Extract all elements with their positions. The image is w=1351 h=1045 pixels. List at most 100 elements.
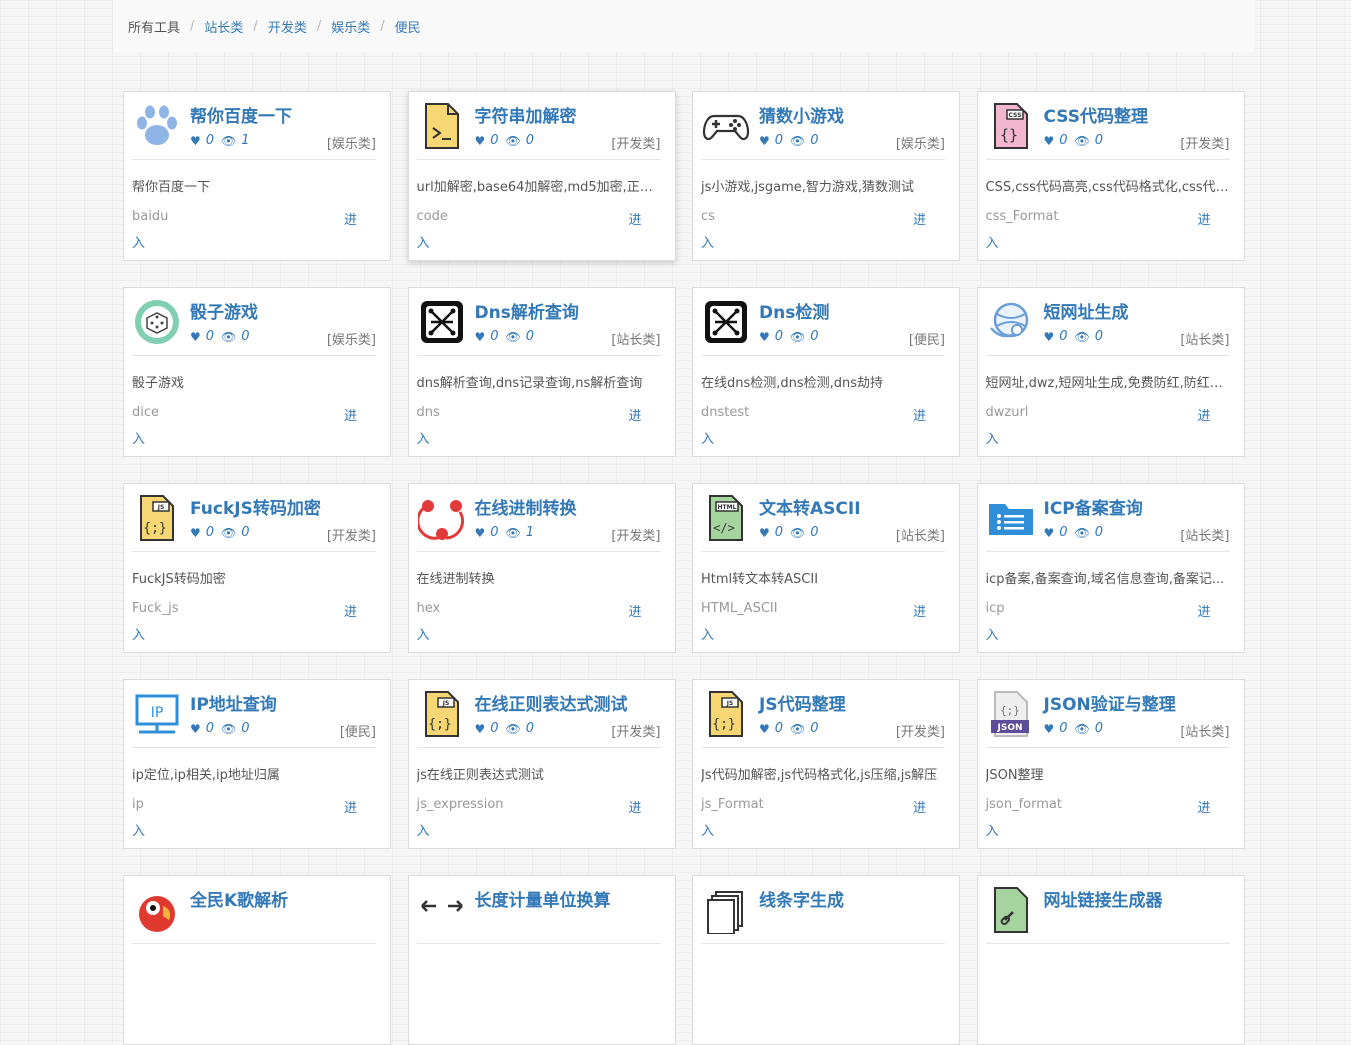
- tool-description: JSON整理: [985, 768, 1044, 783]
- tool-card[interactable]: IP IP地址查询 ♥ 0 👁 0 [便民] ip定位,ip相关,ip地址归属 ip 进入: [123, 679, 391, 849]
- tool-title[interactable]: JSON验证与整理: [1044, 690, 1176, 715]
- enter-link-text-2: 入: [416, 824, 430, 839]
- divider: [985, 159, 1230, 160]
- svg-text:JS: JS: [441, 700, 449, 707]
- like-count: 0: [205, 133, 215, 148]
- tool-title[interactable]: JS代码整理: [759, 690, 846, 715]
- tool-card[interactable]: HTML </> 文本转ASCII ♥ 0 👁 0 [站长类] Html转文本转ASCII HTM…: [692, 483, 960, 653]
- heart-icon: ♥: [190, 525, 201, 540]
- view-count: 0: [241, 721, 250, 736]
- tool-card[interactable]: ICP备案查询 ♥ 0 👁 0 [站长类] icp备案,备案查询,域名信息查询,备案记...…: [976, 483, 1245, 653]
- tool-title[interactable]: 猜数小游戏: [759, 102, 844, 127]
- svg-text:JSON: JSON: [996, 723, 1022, 733]
- divider: [701, 551, 945, 552]
- tool-title[interactable]: FuckJS转码加密: [190, 494, 321, 519]
- like-count: 0: [490, 721, 499, 736]
- breadcrumb-webmaster[interactable]: 站长类: [204, 17, 243, 36]
- network-icon: [418, 298, 466, 346]
- tool-card[interactable]: 帮你百度一下 ♥ 0 👁 1 [娱乐类] 帮你百度一下 baidu 进入: [123, 91, 391, 261]
- tool-title[interactable]: 骰子游戏: [190, 298, 258, 323]
- eye-icon: 👁: [1074, 721, 1090, 736]
- enter-link-text-1: 进: [343, 801, 357, 816]
- tool-title[interactable]: 网址链接生成器: [1044, 886, 1163, 911]
- tool-slug: json_format: [985, 797, 1062, 812]
- tool-card[interactable]: 线条字生成: [692, 875, 960, 1045]
- tool-card[interactable]: 短网址生成 ♥ 0 👁 0 [站长类] 短网址,dwz,短网址生成,免费防红,防红接... d…: [976, 287, 1245, 457]
- tool-card[interactable]: 骰子游戏 ♥ 0 👁 0 [娱乐类] 骰子游戏 dice 进入: [123, 287, 391, 457]
- category-label: [站长类]: [1180, 725, 1230, 740]
- eye-icon: 👁: [221, 525, 237, 540]
- tool-card[interactable]: 长度计量单位换算: [407, 875, 676, 1045]
- enter-link-text-2: 入: [701, 236, 715, 251]
- parrot-icon: [133, 886, 181, 934]
- svg-text:JS: JS: [726, 700, 734, 707]
- breadcrumb-separator: /: [380, 18, 385, 34]
- tool-card[interactable]: Dns解析查询 ♥ 0 👁 0 [站长类] dns解析查询,dns记录查询,ns解析查询 dn…: [407, 287, 676, 457]
- breadcrumb-all-tools[interactable]: 所有工具: [128, 17, 180, 36]
- svg-text:{;}: {;}: [428, 717, 451, 732]
- breadcrumb-development[interactable]: 开发类: [268, 17, 307, 36]
- tool-title[interactable]: 全民K歌解析: [190, 886, 288, 911]
- breadcrumb-entertainment[interactable]: 娱乐类: [331, 17, 370, 36]
- tool-title[interactable]: 文本转ASCII: [759, 494, 861, 519]
- tool-card[interactable]: JS {;} 在线正则表达式测试 ♥ 0 👁 0 [开发类] js在线正则表达式测试 js_exp…: [407, 679, 676, 849]
- enter-link-text-1: 进: [1197, 605, 1211, 620]
- breadcrumb-convenience[interactable]: 便民: [395, 17, 421, 36]
- view-count: 0: [241, 525, 250, 540]
- tool-title[interactable]: 在线正则表达式测试: [475, 690, 628, 715]
- tool-title[interactable]: 在线进制转换: [475, 494, 577, 519]
- tool-stats: ♥ 0 👁 0: [190, 329, 257, 344]
- heart-icon: ♥: [190, 721, 201, 736]
- folder-list-icon: [987, 494, 1035, 542]
- tool-card[interactable]: 在线进制转换 ♥ 0 👁 1 [开发类] 在线进制转换 hex 进入: [407, 483, 676, 653]
- tool-card[interactable]: {;} JSON JSON验证与整理 ♥ 0 👁 0 [站长类] JSON整理 json_form…: [976, 679, 1245, 849]
- tool-slug: js_expression: [416, 797, 504, 812]
- enter-link-text-1: 进: [912, 605, 926, 620]
- category-label: [开发类]: [611, 137, 661, 152]
- enter-link-text-1: 进: [343, 605, 357, 620]
- tool-title[interactable]: ICP备案查询: [1044, 494, 1143, 519]
- like-count: 0: [774, 133, 784, 148]
- tool-title[interactable]: CSS代码整理: [1044, 102, 1149, 127]
- tool-title[interactable]: 长度计量单位换算: [475, 886, 611, 911]
- tool-card[interactable]: Dns检测 ♥ 0 👁 0 [便民] 在线dns检测,dns检测,dns劫持 dnstest 进…: [692, 287, 960, 457]
- tool-stats: ♥ 0 👁 0: [1044, 525, 1111, 540]
- tool-title[interactable]: 帮你百度一下: [190, 102, 292, 127]
- share-circle-icon: [417, 494, 466, 542]
- like-count: 0: [1059, 525, 1068, 540]
- tool-card[interactable]: 网址链接生成器: [976, 875, 1245, 1045]
- view-count: 0: [810, 525, 819, 540]
- tool-card[interactable]: CSS {} CSS代码整理 ♥ 0 👁 0 [开发类] CSS,css代码高亮,css代码格式…: [976, 91, 1245, 261]
- heart-icon: ♥: [1043, 329, 1055, 344]
- divider: [132, 551, 376, 552]
- breadcrumb-separator: /: [190, 18, 195, 34]
- tool-title[interactable]: 线条字生成: [759, 886, 844, 911]
- tool-title[interactable]: Dns检测: [759, 298, 829, 323]
- link-file-icon: [987, 886, 1035, 934]
- tool-card[interactable]: JS {;} JS代码整理 ♥ 0 👁 0 [开发类] Js代码加解密,js代码格式化,js压缩…: [692, 679, 960, 849]
- tool-title[interactable]: 短网址生成: [1044, 298, 1129, 323]
- tool-card[interactable]: JS {;} FuckJS转码加密 ♥ 0 👁 0 [开发类] FuckJS转码加密 Fuck_j…: [123, 483, 391, 653]
- enter-link-text-2: 入: [132, 236, 146, 251]
- tool-stats: ♥ 0 👁 0: [190, 525, 257, 540]
- tool-title[interactable]: Dns解析查询: [475, 298, 579, 323]
- arrows-icon: [418, 886, 466, 934]
- enter-link-text-2: 入: [132, 824, 146, 839]
- tool-title[interactable]: IP地址查询: [190, 690, 277, 715]
- like-count: 0: [205, 525, 215, 540]
- tool-description: 在线进制转换: [416, 572, 495, 587]
- view-count: 1: [525, 525, 535, 540]
- tool-card[interactable]: 全民K歌解析: [123, 875, 391, 1045]
- category-label: [开发类]: [895, 725, 945, 740]
- tool-description: 骰子游戏: [132, 376, 185, 391]
- tool-slug: hex: [416, 601, 441, 616]
- view-count: 0: [525, 329, 535, 344]
- tool-title[interactable]: 字符串加解密: [475, 102, 577, 127]
- tool-card[interactable]: 字符串加解密 ♥ 0 👁 0 [开发类] url加解密,base64加解密,md5加密,正则…: [407, 91, 676, 261]
- js-file-icon: JS {;}: [418, 690, 466, 738]
- tool-description: icp备案,备案查询,域名信息查询,备案记...: [985, 572, 1225, 587]
- tool-card[interactable]: 猜数小游戏 ♥ 0 👁 0 [娱乐类] js小游戏,jsgame,智力游戏,猜数测试 cs 进入: [692, 91, 960, 261]
- eye-icon: 👁: [790, 721, 806, 736]
- enter-link-text-1: 进: [912, 801, 926, 816]
- svg-text:CSS: CSS: [1008, 112, 1021, 119]
